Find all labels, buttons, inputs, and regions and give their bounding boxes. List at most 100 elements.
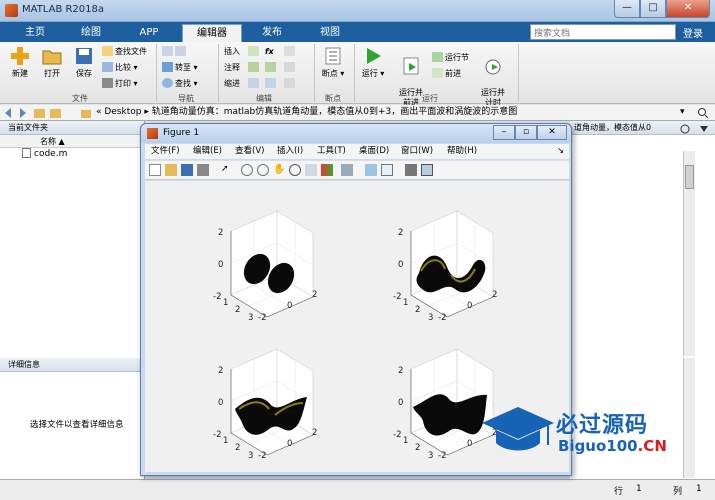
find-button[interactable]: 查找 ▾ xyxy=(162,78,198,90)
insert-icon-button[interactable] xyxy=(248,46,261,58)
new-button[interactable]: 新建 xyxy=(6,46,34,79)
run-time-button[interactable]: 运行并 计时 xyxy=(476,46,510,108)
data-cursor-icon[interactable] xyxy=(305,164,317,176)
tick-label: -2 xyxy=(438,313,446,323)
editor-controls-icon[interactable] xyxy=(680,123,712,135)
menu-help[interactable]: 帮助(H) xyxy=(447,144,477,159)
group-label-navigate: 导航 xyxy=(178,94,194,103)
wrap-button[interactable] xyxy=(265,78,278,90)
search-input[interactable]: 搜索文档 xyxy=(530,24,676,40)
minimize-button[interactable]: — xyxy=(614,0,640,18)
zoom-out-icon[interactable] xyxy=(257,164,269,176)
advance-icon xyxy=(432,68,443,78)
tick-label: 3 xyxy=(428,313,433,323)
details-title: 详细信息 xyxy=(0,358,145,372)
new-figure-icon[interactable] xyxy=(149,164,161,176)
file-item[interactable]: code.m xyxy=(0,148,144,161)
hide-tools-icon[interactable] xyxy=(405,164,417,176)
pan-hand-icon[interactable]: ✋ xyxy=(273,164,285,176)
menu-insert[interactable]: 插入(I) xyxy=(277,144,303,159)
search-icon[interactable] xyxy=(697,107,709,119)
editor-scrollbar[interactable] xyxy=(683,151,695,356)
menu-edit[interactable]: 编辑(E) xyxy=(193,144,222,159)
tab-view[interactable]: 视图 xyxy=(304,24,356,42)
nav-arrows-icon-2 xyxy=(175,46,186,56)
insert-button[interactable]: 插入 xyxy=(224,46,240,58)
print-figure-icon[interactable] xyxy=(197,164,209,176)
menu-file[interactable]: 文件(F) xyxy=(151,144,180,159)
tick-label: 0 xyxy=(218,398,223,408)
insert-icon xyxy=(248,46,259,56)
details-hint: 选择文件以查看详细信息 xyxy=(30,420,124,430)
advance-button[interactable]: 前进 xyxy=(432,68,461,80)
tab-editor[interactable]: 编辑器 xyxy=(182,24,242,42)
tick-label: 3 xyxy=(248,313,253,323)
tab-plots[interactable]: 绘图 xyxy=(66,24,116,42)
link-plot-icon[interactable] xyxy=(341,164,353,176)
brush-icon[interactable] xyxy=(321,164,333,176)
smart-indent-button[interactable] xyxy=(284,62,297,74)
zoom-in-icon[interactable] xyxy=(241,164,253,176)
figure-minimize-button[interactable]: – xyxy=(493,125,515,140)
address-path[interactable]: « Desktop ▸ 轨道角动量仿真：matlab仿真轨道角动量，模态值从0到… xyxy=(96,105,517,120)
comment-button[interactable]: 注释 xyxy=(224,62,240,74)
breakpoints-button[interactable]: 断点 ▾ xyxy=(318,46,348,79)
row-label: 行 xyxy=(614,487,624,497)
find-files-button[interactable]: 查找文件 xyxy=(102,46,147,58)
run-button[interactable]: 运行 ▾ xyxy=(358,46,388,79)
tick-label: 2 xyxy=(312,428,317,438)
nav-buttons-icon[interactable] xyxy=(4,107,74,119)
divider xyxy=(218,44,219,102)
close-button[interactable]: ✕ xyxy=(666,0,710,18)
tab-apps[interactable]: APP xyxy=(122,24,176,42)
compare-icon xyxy=(102,62,113,72)
uncomment-button[interactable] xyxy=(265,62,278,74)
run-section-button[interactable]: 运行节 xyxy=(432,52,469,64)
outdent-button[interactable] xyxy=(284,78,297,90)
print-button[interactable]: 打印 ▾ xyxy=(102,78,138,90)
legend-icon[interactable] xyxy=(381,164,393,176)
tick-label: -2 xyxy=(258,451,266,461)
save-label: 保存 xyxy=(76,69,92,78)
save-button[interactable]: 保存 xyxy=(70,46,98,79)
watermark: 必过源码 Biguo100.CN xyxy=(480,403,710,463)
open-button[interactable]: 打开 xyxy=(38,46,66,79)
address-dropdown-icon[interactable]: ▾ xyxy=(680,105,685,120)
tab-home[interactable]: 主页 xyxy=(10,24,60,42)
indent-icon-button[interactable] xyxy=(248,78,261,90)
open-file-icon[interactable] xyxy=(165,164,177,176)
indent-button[interactable]: 缩进 xyxy=(224,78,240,90)
rotate-3d-icon[interactable] xyxy=(289,164,301,176)
run-play-icon xyxy=(367,48,381,64)
maximize-button[interactable]: □ xyxy=(640,0,666,18)
scroll-thumb[interactable] xyxy=(685,165,694,189)
save-figure-icon[interactable] xyxy=(181,164,193,176)
outdent-icon xyxy=(284,78,295,88)
comment-icon-button[interactable] xyxy=(248,62,261,74)
code-menu-button[interactable] xyxy=(284,46,297,58)
menu-dock-icon[interactable]: ↘ xyxy=(557,144,564,159)
login-link[interactable]: 登录 xyxy=(683,25,703,40)
figure-close-button[interactable]: ✕ xyxy=(537,125,567,140)
pointer-icon[interactable]: ➚ xyxy=(221,164,233,176)
watermark-cn-text: 必过源码 xyxy=(556,413,649,438)
breakpoint-icon xyxy=(325,47,341,65)
back-forward-buttons[interactable] xyxy=(162,46,188,58)
menu-window[interactable]: 窗口(W) xyxy=(401,144,433,159)
figure-maximize-button[interactable]: ▫ xyxy=(515,125,537,140)
open-label: 打开 xyxy=(44,69,60,78)
fx-button[interactable]: fx xyxy=(265,46,274,58)
show-tools-icon[interactable] xyxy=(421,164,433,176)
menu-view[interactable]: 查看(V) xyxy=(235,144,264,159)
subplot-3 xyxy=(230,348,314,456)
menu-desktop[interactable]: 桌面(D) xyxy=(359,144,389,159)
tick-label: 1 xyxy=(403,436,408,446)
insert-label: 插入 xyxy=(224,47,240,56)
colorbar-icon[interactable] xyxy=(365,164,377,176)
goto-button[interactable]: 转至 ▾ xyxy=(162,62,198,74)
tab-publish[interactable]: 发布 xyxy=(246,24,298,42)
menu-tools[interactable]: 工具(T) xyxy=(317,144,346,159)
name-column-header[interactable]: 名称 ▲ xyxy=(0,135,144,148)
dropdown-icon xyxy=(284,46,295,56)
compare-button[interactable]: 比较 ▾ xyxy=(102,62,138,74)
